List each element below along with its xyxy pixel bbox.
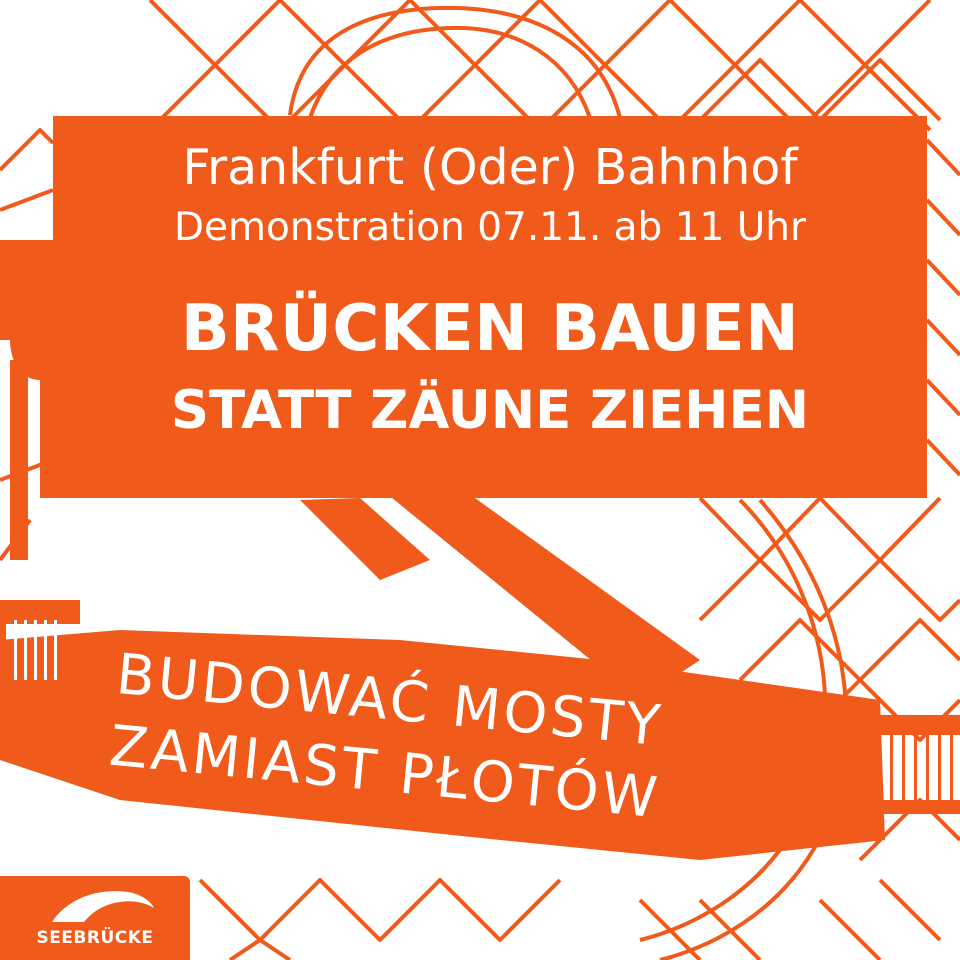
headline-box: Frankfurt (Oder) Bahnhof Demonstration 0… xyxy=(53,116,927,498)
logo-name: SEEBRÜCKE xyxy=(36,928,154,948)
wave-logo-icon xyxy=(52,891,154,922)
seebruecke-logo: SEEBRÜCKE xyxy=(0,876,190,960)
location-text: Frankfurt (Oder) Bahnhof xyxy=(182,139,798,196)
slogan-german-line1: BRÜCKEN BAUEN xyxy=(180,292,800,366)
event-date-text: Demonstration 07.11. ab 11 Uhr xyxy=(173,205,807,250)
slogan-german-line2: STATT ZÄUNE ZIEHEN xyxy=(170,380,810,441)
